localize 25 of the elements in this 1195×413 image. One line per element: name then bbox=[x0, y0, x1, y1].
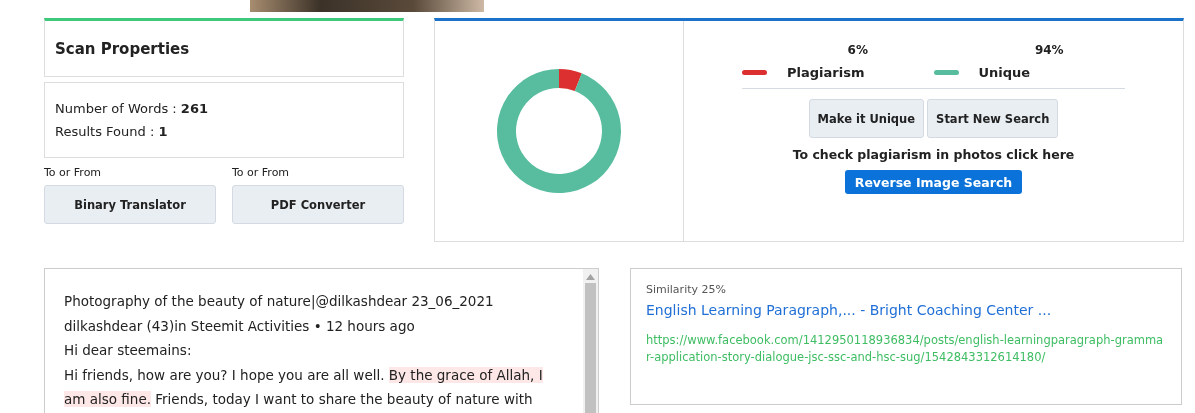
scrollbar[interactable] bbox=[583, 269, 598, 413]
action-button[interactable]: Make it Unique bbox=[808, 99, 925, 138]
legend-percent: 94% bbox=[1034, 43, 1064, 57]
reverse-image-search-button[interactable]: Reverse Image Search bbox=[844, 170, 1023, 194]
content-paragraph: dilkashdear (43)in Steemit Activities • 12 hours ago bbox=[64, 316, 416, 336]
tool-caption: To or From bbox=[44, 166, 103, 179]
match-title-link[interactable]: English Learning Paragraph,... - Bright Coaching Center ... bbox=[646, 302, 1166, 318]
action-button[interactable]: Start New Search bbox=[927, 99, 1059, 138]
scroll-up-icon[interactable] bbox=[586, 274, 595, 280]
section-title: Scan Properties bbox=[55, 39, 190, 58]
legend-label: Plagiarism bbox=[787, 65, 865, 80]
content-paragraph: Hi friends, how are you? I hope you are all well. By the grace of Allah, I am also fine. Friends, today I want to share the beauty of nature with bbox=[64, 365, 544, 409]
content-paragraph: Photography of the beauty of nature|@dilkashdear 23_06_2021 bbox=[64, 292, 495, 312]
tool-caption: To or From bbox=[232, 166, 291, 179]
results-count: Results Found : 1 bbox=[55, 124, 169, 139]
word-count: Number of Words : 261 bbox=[55, 101, 209, 116]
content-paragraph: Hi dear steemains: bbox=[64, 341, 193, 360]
scroll-thumb[interactable] bbox=[585, 283, 596, 413]
legend-percent: 6% bbox=[847, 43, 868, 57]
similarity-label: Similarity 25% bbox=[646, 283, 727, 296]
tool-button[interactable]: PDF Converter bbox=[232, 185, 404, 224]
tool-button[interactable]: Binary Translator bbox=[44, 185, 216, 224]
content-text-box[interactable] bbox=[44, 268, 599, 413]
legend-label: Unique bbox=[978, 65, 1031, 80]
photo-check-note: To check plagiarism in photos click here bbox=[792, 147, 1075, 162]
